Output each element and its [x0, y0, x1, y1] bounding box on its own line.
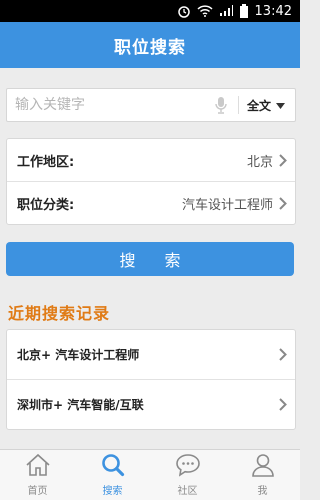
- tab-label: 我: [257, 486, 268, 497]
- recent-searches-title: 近期搜索记录: [8, 304, 111, 323]
- chevron-right-icon: [279, 348, 287, 361]
- signal-icon: [219, 5, 233, 17]
- location-label: 工作地区:: [17, 154, 75, 170]
- page-title: 职位搜索: [0, 22, 300, 68]
- search-input[interactable]: [7, 96, 208, 114]
- list-item[interactable]: 深圳市+ 汽车智能/互联: [7, 379, 295, 429]
- divider: [237, 96, 239, 114]
- chevron-right-icon: [279, 196, 287, 210]
- tab-label: 搜索: [102, 486, 123, 497]
- wifi-icon: [197, 5, 213, 17]
- chevron-right-icon: [279, 153, 287, 167]
- user-icon: [250, 453, 276, 480]
- location-row[interactable]: 工作地区: 北京: [7, 139, 295, 181]
- tab-home[interactable]: 首页: [0, 450, 75, 500]
- category-value: 汽车设计工程师: [181, 197, 273, 213]
- recent-searches-list: 北京+ 汽车设计工程师 深圳市+ 汽车智能/互联: [6, 329, 296, 430]
- filter-card: 工作地区: 北京 职位分类: 汽车设计工程师: [6, 138, 296, 225]
- category-label: 职位分类:: [17, 197, 75, 213]
- search-icon: [100, 453, 126, 480]
- tab-label: 社区: [177, 486, 198, 497]
- microphone-icon[interactable]: [208, 92, 234, 118]
- search-bar: 全文: [6, 88, 296, 122]
- chat-icon: [175, 453, 201, 480]
- home-icon: [25, 453, 51, 480]
- recent-search-label: 北京+ 汽车设计工程师: [17, 348, 140, 362]
- tab-me[interactable]: 我: [225, 450, 300, 500]
- search-scope-dropdown[interactable]: 全文: [243, 97, 295, 114]
- dropdown-arrow-icon: [276, 98, 285, 112]
- tab-search[interactable]: 搜索: [75, 450, 150, 500]
- chevron-right-icon: [279, 398, 287, 411]
- status-bar: 13:42: [0, 0, 300, 22]
- clock: 13:42: [254, 3, 292, 19]
- search-scope-label: 全文: [246, 98, 271, 113]
- battery-icon: [239, 4, 249, 18]
- tab-community[interactable]: 社区: [150, 450, 225, 500]
- list-item[interactable]: 北京+ 汽车设计工程师: [7, 330, 295, 379]
- bottom-tab-bar: 首页 搜索 社区 我: [0, 449, 300, 500]
- search-button[interactable]: 搜 索: [6, 242, 294, 276]
- recent-search-label: 深圳市+ 汽车智能/互联: [17, 398, 144, 412]
- location-value: 北京: [246, 154, 273, 170]
- tab-label: 首页: [27, 486, 48, 497]
- alarm-icon: [177, 4, 191, 18]
- category-row[interactable]: 职位分类: 汽车设计工程师: [7, 181, 295, 224]
